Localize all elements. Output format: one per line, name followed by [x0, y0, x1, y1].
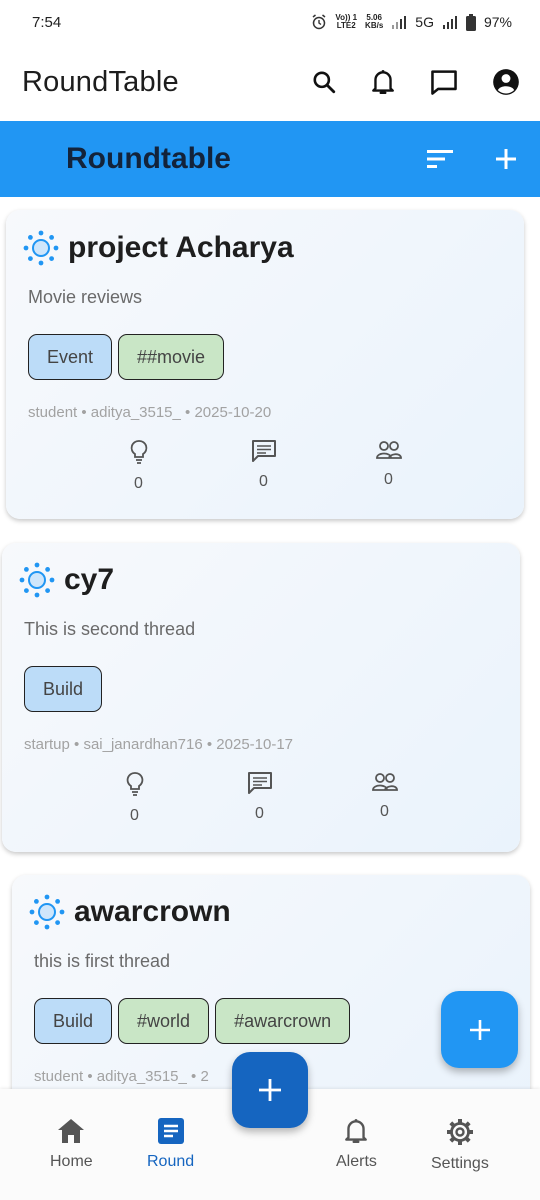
- nav-settings[interactable]: Settings: [431, 1117, 489, 1173]
- round-icon: [157, 1118, 184, 1144]
- status-icons: Vo)) 1 LTE2 5.06 KB/s 5G 97%: [311, 13, 512, 31]
- members-stat[interactable]: 0: [322, 771, 447, 825]
- thread-logo-icon: [19, 562, 55, 598]
- bell-icon[interactable]: [370, 68, 396, 96]
- members-count: 0: [384, 471, 393, 488]
- tag-chip[interactable]: Build: [24, 666, 103, 712]
- thread-title: cy7: [64, 563, 115, 596]
- section-actions: [426, 147, 518, 171]
- nav-home[interactable]: Home: [50, 1117, 93, 1171]
- thread-meta: startup • sai_janardhan716 • 2025-10-17: [24, 736, 294, 753]
- tag-chip[interactable]: Event: [28, 334, 113, 380]
- section-header: Roundtable: [0, 121, 540, 197]
- gear-icon: [446, 1119, 473, 1145]
- search-icon[interactable]: [311, 69, 337, 95]
- section-title: Roundtable: [66, 142, 231, 175]
- tag-chip[interactable]: Build: [34, 998, 113, 1044]
- thread-title: awarcrown: [74, 895, 231, 928]
- app-bar: RoundTable: [0, 44, 540, 120]
- bell-icon: [345, 1119, 368, 1144]
- nav-label: Alerts: [336, 1153, 377, 1170]
- center-add-fab[interactable]: [232, 1052, 308, 1128]
- network-speed: 5.06 KB/s: [365, 13, 384, 30]
- comment-icon: [251, 440, 276, 462]
- comments-stat[interactable]: 0: [197, 771, 322, 825]
- thread-tags: Event ##movie: [28, 334, 524, 380]
- ideas-stat[interactable]: 0: [72, 771, 197, 825]
- comment-icon: [247, 772, 272, 794]
- thread-card[interactable]: project Acharya Movie reviews Event ##mo…: [6, 210, 524, 519]
- add-icon: [469, 1019, 490, 1040]
- signal-icon: [392, 16, 407, 29]
- new-thread-fab[interactable]: [441, 991, 518, 1068]
- status-bar: 7:54 Vo)) 1 LTE2 5.06 KB/s 5G 97%: [0, 0, 540, 44]
- tag-chip[interactable]: ##movie: [118, 334, 225, 380]
- nav-alerts[interactable]: Alerts: [336, 1117, 377, 1171]
- status-time: 7:54: [32, 13, 62, 31]
- nav-round[interactable]: Round: [147, 1117, 194, 1171]
- app-actions: [311, 68, 520, 96]
- thread-stats: 0 0 0: [76, 439, 524, 493]
- signal-icon-2: [442, 16, 457, 29]
- nav-label: Settings: [431, 1155, 489, 1172]
- people-icon: [371, 773, 398, 791]
- account-icon[interactable]: [492, 68, 520, 96]
- comments-count: 0: [255, 805, 264, 822]
- lightbulb-icon: [126, 772, 143, 796]
- alarm-icon: [312, 14, 326, 30]
- battery-level: 97%: [483, 14, 512, 30]
- thread-description: Movie reviews: [28, 287, 143, 307]
- chat-icon[interactable]: [429, 68, 459, 96]
- thread-description: this is first thread: [34, 951, 171, 971]
- thread-title: project Acharya: [68, 231, 294, 264]
- people-icon: [375, 441, 402, 459]
- ideas-count: 0: [130, 807, 139, 824]
- thread-tags: Build: [24, 666, 520, 712]
- battery-icon: [465, 13, 476, 31]
- add-icon[interactable]: [494, 147, 518, 171]
- thread-logo-icon: [29, 894, 65, 930]
- lightbulb-icon: [130, 440, 147, 464]
- home-icon: [58, 1119, 85, 1143]
- network-type: 5G: [415, 14, 434, 30]
- nav-label: Round: [147, 1153, 195, 1170]
- app-title: RoundTable: [22, 65, 179, 98]
- sort-icon[interactable]: [426, 148, 454, 170]
- thread-stats: 0 0 0: [72, 771, 520, 825]
- members-stat[interactable]: 0: [326, 439, 451, 493]
- ideas-stat[interactable]: 0: [76, 439, 201, 493]
- ideas-count: 0: [134, 475, 143, 492]
- thread-feed[interactable]: project Acharya Movie reviews Event ##mo…: [0, 197, 540, 1089]
- tag-chip[interactable]: #world: [118, 998, 210, 1044]
- members-count: 0: [380, 803, 389, 820]
- tag-chip[interactable]: #awarcrown: [215, 998, 351, 1044]
- volte-indicator: Vo)) 1 LTE2: [335, 13, 358, 30]
- nav-label: Home: [50, 1153, 93, 1170]
- thread-description: This is second thread: [24, 619, 196, 639]
- thread-meta: student • aditya_3515_ • 2025-10-20: [28, 404, 272, 421]
- comments-stat[interactable]: 0: [201, 439, 326, 493]
- add-icon: [259, 1079, 281, 1101]
- thread-card[interactable]: cy7 This is second thread Build startup …: [2, 543, 520, 852]
- thread-logo-icon: [23, 230, 59, 266]
- comments-count: 0: [259, 473, 268, 490]
